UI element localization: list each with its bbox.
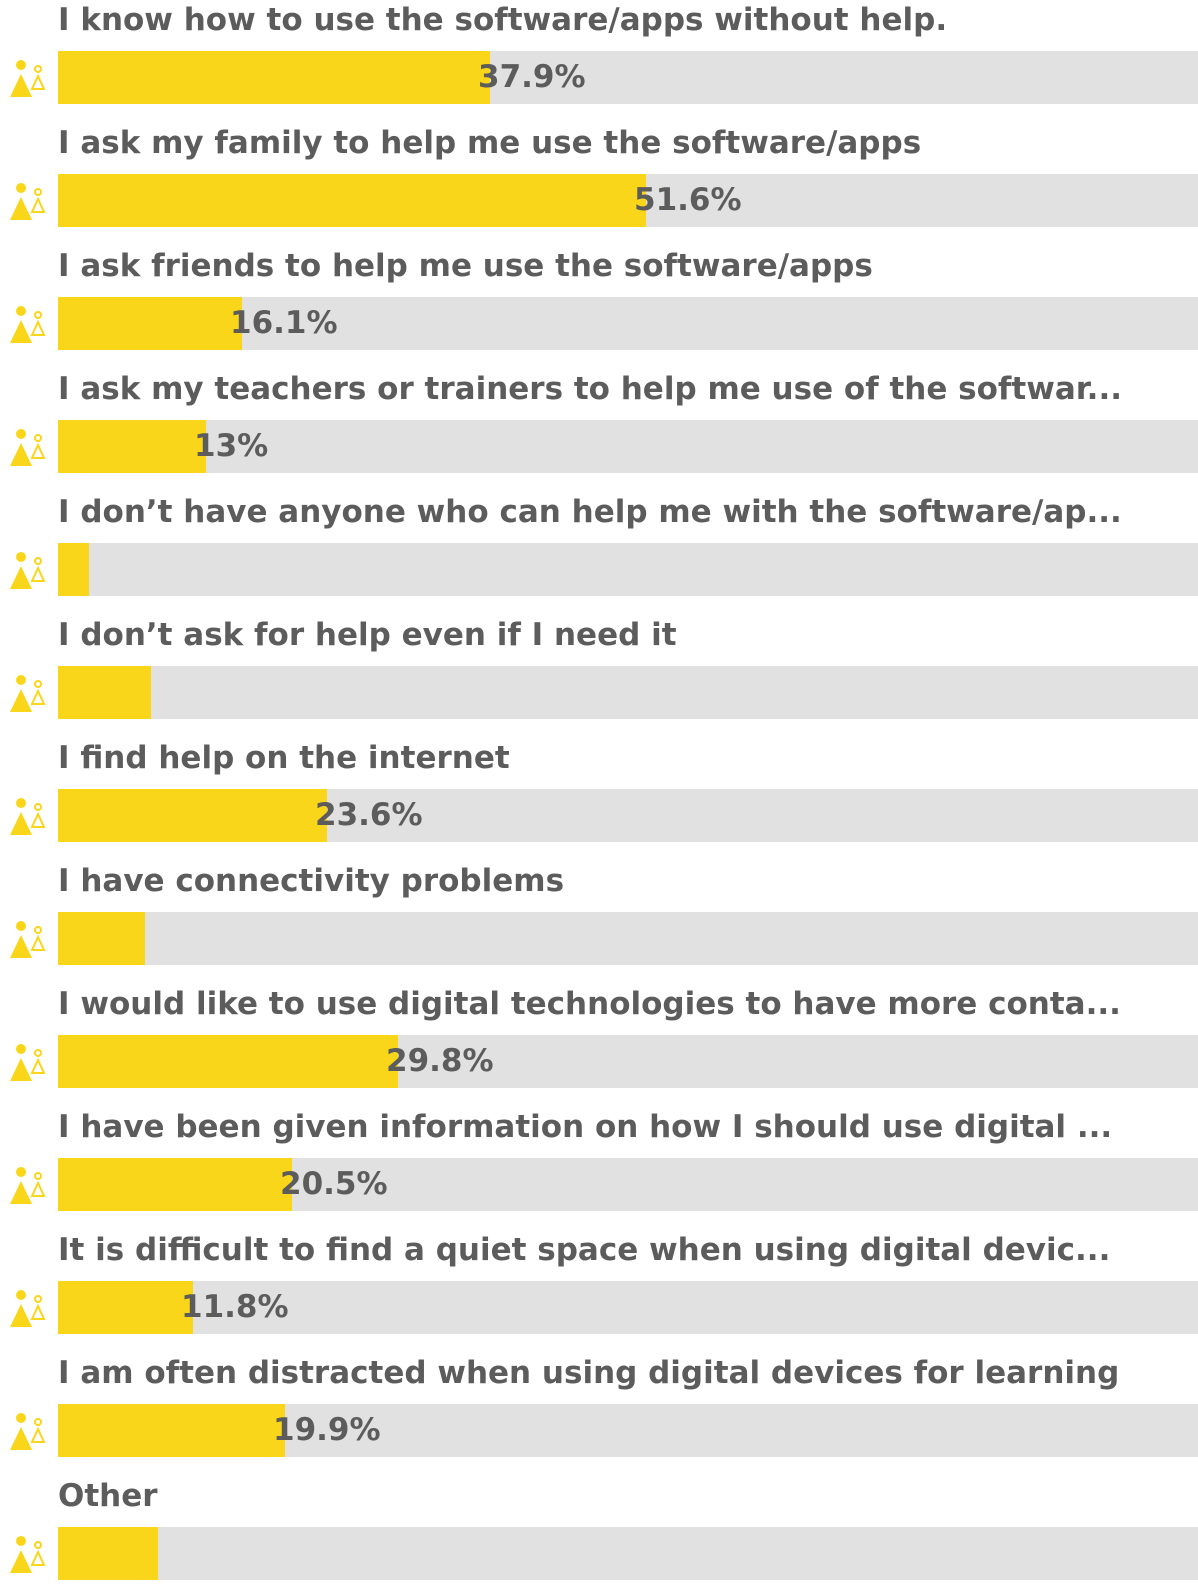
bar-row: I don’t have anyone who can help me with…: [0, 494, 1198, 599]
category-label: I have connectivity problems: [58, 863, 565, 899]
bar-row: I am often distracted when using digital…: [0, 1355, 1198, 1460]
people-icon: [10, 921, 46, 958]
bar-track: 11.8%: [58, 1281, 1198, 1334]
bar-track: 51.6%: [58, 174, 1198, 227]
people-icon: [10, 306, 46, 343]
bar-row: I ask my teachers or trainers to help me…: [0, 371, 1198, 476]
bar-row: I ask friends to help me use the softwar…: [0, 248, 1198, 353]
people-icon: [10, 429, 46, 466]
bar: [58, 174, 646, 227]
bar-track: 23.6%: [58, 789, 1198, 842]
bar-track: [58, 1527, 1198, 1580]
bar: [58, 1527, 158, 1580]
people-icon: [10, 183, 46, 220]
people-icon: [10, 1290, 46, 1327]
bar: [58, 789, 327, 842]
bar-row: I would like to use digital technologies…: [0, 986, 1198, 1091]
category-label: I don’t have anyone who can help me with…: [58, 494, 1122, 530]
category-label: I don’t ask for help even if I need it: [58, 617, 677, 653]
bar: [58, 420, 206, 473]
bar: [58, 1035, 398, 1088]
data-label: 16.1%: [230, 305, 338, 341]
bar-track: [58, 666, 1198, 719]
category-label: I know how to use the software/apps with…: [58, 2, 948, 38]
category-label: It is difficult to find a quiet space wh…: [58, 1232, 1111, 1268]
people-icon: [10, 1536, 46, 1573]
category-label: I am often distracted when using digital…: [58, 1355, 1120, 1391]
data-label: 37.9%: [478, 59, 586, 95]
bar: [58, 543, 89, 596]
bar: [58, 1281, 193, 1334]
data-label: 11.8%: [181, 1289, 289, 1325]
bar-track: 13%: [58, 420, 1198, 473]
data-label: 19.9%: [273, 1412, 381, 1448]
data-label: 13%: [194, 428, 269, 464]
bar-row: I find help on the internet 23.6%: [0, 740, 1198, 845]
bar-row: I have been given information on how I s…: [0, 1109, 1198, 1214]
people-icon: [10, 1413, 46, 1450]
category-label: I ask my teachers or trainers to help me…: [58, 371, 1122, 407]
category-label: I would like to use digital technologies…: [58, 986, 1121, 1022]
data-label: 20.5%: [280, 1166, 388, 1202]
bar-row: Other: [0, 1478, 1198, 1583]
category-label: I ask my family to help me use the softw…: [58, 125, 922, 161]
bar-chart: I know how to use the software/apps with…: [0, 0, 1198, 1587]
people-icon: [10, 675, 46, 712]
category-label: Other: [58, 1478, 158, 1514]
people-icon: [10, 1044, 46, 1081]
bar-track: 29.8%: [58, 1035, 1198, 1088]
category-label: I have been given information on how I s…: [58, 1109, 1113, 1145]
bar-track: 16.1%: [58, 297, 1198, 350]
bar-row: I ask my family to help me use the softw…: [0, 125, 1198, 230]
bar: [58, 1158, 292, 1211]
category-label: I find help on the internet: [58, 740, 510, 776]
bar-row: I don’t ask for help even if I need it: [0, 617, 1198, 722]
bar: [58, 297, 242, 350]
bar: [58, 51, 490, 104]
bar-track: 37.9%: [58, 51, 1198, 104]
people-icon: [10, 60, 46, 97]
bar-row: I have connectivity problems: [0, 863, 1198, 968]
bar-track: [58, 912, 1198, 965]
bar-track: [58, 543, 1198, 596]
data-label: 51.6%: [634, 182, 742, 218]
bar-row: I know how to use the software/apps with…: [0, 2, 1198, 107]
data-label: 23.6%: [315, 797, 423, 833]
bar-track: 19.9%: [58, 1404, 1198, 1457]
people-icon: [10, 1167, 46, 1204]
bar: [58, 1404, 285, 1457]
bar-track: 20.5%: [58, 1158, 1198, 1211]
data-label: 29.8%: [386, 1043, 494, 1079]
people-icon: [10, 798, 46, 835]
bar: [58, 666, 151, 719]
category-label: I ask friends to help me use the softwar…: [58, 248, 873, 284]
bar: [58, 912, 145, 965]
people-icon: [10, 552, 46, 589]
bar-row: It is difficult to find a quiet space wh…: [0, 1232, 1198, 1337]
